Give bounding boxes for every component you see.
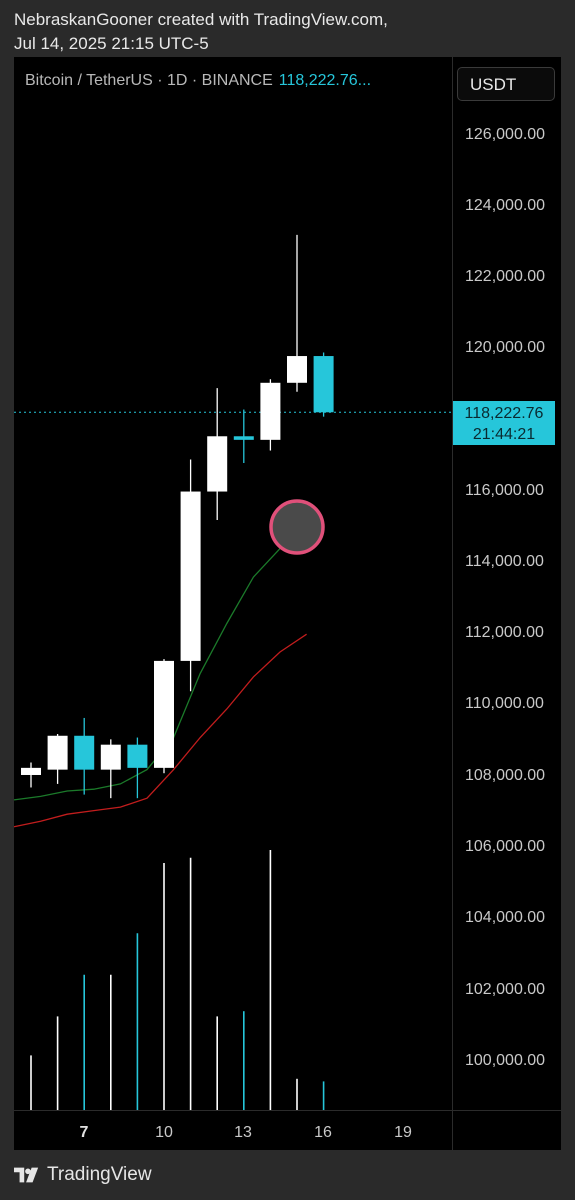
price-tick: 108,000.00	[465, 767, 546, 784]
candle-body[interactable]	[207, 436, 228, 492]
price-tick: 126,000.00	[465, 126, 546, 143]
price-tick: 112,000.00	[465, 624, 544, 641]
price-tick: 114,000.00	[465, 553, 544, 570]
price-tick: 116,000.00	[465, 482, 544, 499]
time-tick: 16	[314, 1124, 332, 1141]
candle-body[interactable]	[47, 735, 68, 770]
time-tick: 13	[234, 1124, 252, 1141]
price-tick: 110,000.00	[465, 695, 544, 712]
time-tick: 19	[394, 1124, 412, 1141]
volume-bars	[30, 850, 325, 1110]
price-tick: 104,000.00	[465, 909, 546, 926]
price-tick: 120,000.00	[465, 339, 546, 356]
candle-body[interactable]	[287, 356, 307, 383]
candle-body[interactable]	[21, 767, 41, 775]
brand-name: TradingView	[47, 1164, 152, 1185]
tradingview-logo-icon	[14, 1167, 39, 1183]
price-tick: 106,000.00	[465, 838, 546, 855]
bar-countdown: 21:44:21	[472, 426, 536, 443]
time-tick: 7	[79, 1124, 89, 1141]
candle-body[interactable]	[127, 744, 148, 768]
time-tick: 10	[155, 1124, 173, 1141]
price-tick: 102,000.00	[465, 981, 546, 998]
candle-body[interactable]	[100, 744, 121, 770]
candle-body[interactable]	[74, 735, 95, 770]
candle-body[interactable]	[180, 491, 201, 661]
last-price-label: 118,222.76 21:44:21	[453, 401, 555, 445]
candle-body[interactable]	[260, 382, 281, 440]
price-tick: 122,000.00	[465, 268, 546, 285]
tradingview-brand[interactable]: TradingView	[14, 1164, 152, 1186]
price-chart[interactable]	[0, 0, 575, 1200]
highlight-circle-marker	[269, 499, 325, 555]
price-tick: 100,000.00	[465, 1052, 546, 1069]
candle-body[interactable]	[233, 436, 254, 440]
candle-body[interactable]	[313, 356, 334, 413]
last-price-value: 118,222.76	[464, 405, 544, 422]
candle-body[interactable]	[154, 660, 174, 768]
price-tick: 124,000.00	[465, 197, 546, 214]
